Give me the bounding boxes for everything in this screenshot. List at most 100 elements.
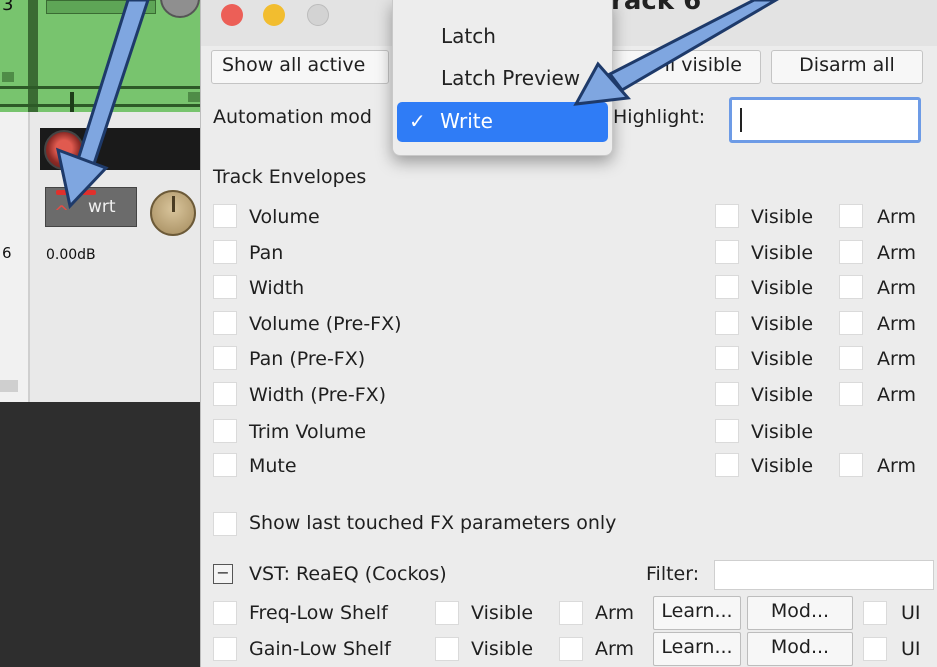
envelope-checkbox[interactable] bbox=[213, 346, 237, 370]
visible-checkbox[interactable] bbox=[435, 637, 459, 661]
envelope-name: Width bbox=[249, 277, 305, 299]
learn-button[interactable]: Learn... bbox=[653, 632, 741, 666]
track-control-panel: 3 6 ^ wrt 0.00dB bbox=[0, 0, 200, 667]
highlight-label: Highlight: bbox=[613, 106, 706, 128]
disarm-all-button[interactable]: Disarm all bbox=[771, 50, 923, 84]
record-arm-button[interactable] bbox=[44, 130, 84, 170]
arm-label: Arm bbox=[877, 384, 916, 406]
arm-checkbox[interactable] bbox=[839, 382, 863, 406]
envelope-checkbox[interactable] bbox=[213, 382, 237, 406]
envelope-checkbox[interactable] bbox=[213, 453, 237, 477]
ui-label: UI bbox=[901, 638, 921, 660]
track-separator bbox=[0, 86, 200, 89]
param-checkbox[interactable] bbox=[213, 601, 237, 625]
zoom-icon[interactable] bbox=[307, 4, 329, 26]
filter-label: Filter: bbox=[646, 563, 700, 585]
envelope-checkbox[interactable] bbox=[213, 275, 237, 299]
param-checkbox[interactable] bbox=[213, 637, 237, 661]
fx-param-row: Gain-Low Shelf Visible Arm Learn... Mod.… bbox=[201, 632, 937, 667]
visible-checkbox[interactable] bbox=[715, 453, 739, 477]
visible-checkbox[interactable] bbox=[715, 382, 739, 406]
envelope-checkbox[interactable] bbox=[213, 204, 237, 228]
track-3-panel[interactable]: 3 bbox=[0, 0, 200, 112]
menu-item-write[interactable]: ✓ Write bbox=[397, 102, 608, 142]
ui-checkbox[interactable] bbox=[863, 637, 887, 661]
arm-label: Arm bbox=[877, 277, 916, 299]
mod-button[interactable]: Mod... bbox=[747, 632, 853, 666]
arm-checkbox[interactable] bbox=[559, 637, 583, 661]
envelope-name: Pan (Pre-FX) bbox=[249, 348, 366, 370]
envelope-checkbox[interactable] bbox=[213, 419, 237, 443]
automation-mode-button[interactable]: ^ wrt bbox=[45, 187, 137, 227]
volume-knob[interactable] bbox=[150, 190, 196, 236]
envelope-row-width-pre-fx: Width (Pre-FX) Visible Arm bbox=[201, 382, 937, 412]
visible-checkbox[interactable] bbox=[715, 346, 739, 370]
param-name: Gain-Low Shelf bbox=[249, 638, 391, 660]
arm-label: Arm bbox=[595, 638, 634, 660]
visible-checkbox[interactable] bbox=[715, 240, 739, 264]
arm-label: Arm bbox=[877, 455, 916, 477]
meter-segment bbox=[188, 92, 200, 102]
arm-label: Arm bbox=[877, 206, 916, 228]
track-6-panel[interactable]: 6 ^ wrt 0.00dB bbox=[0, 112, 200, 402]
menu-item-latch[interactable]: Latch bbox=[397, 18, 608, 58]
show-last-touched-checkbox[interactable] bbox=[213, 512, 237, 536]
meter-segment bbox=[2, 72, 14, 82]
menu-item-label: Latch Preview bbox=[441, 66, 581, 90]
track-knob[interactable] bbox=[160, 0, 200, 18]
track-envelopes-heading: Track Envelopes bbox=[213, 166, 367, 188]
envelope-checkbox[interactable] bbox=[213, 311, 237, 335]
arm-checkbox[interactable] bbox=[839, 204, 863, 228]
envelope-checkbox[interactable] bbox=[213, 240, 237, 264]
visible-checkbox[interactable] bbox=[715, 419, 739, 443]
visible-checkbox[interactable] bbox=[715, 204, 739, 228]
checkmark-icon: ✓ bbox=[409, 109, 426, 133]
arm-checkbox[interactable] bbox=[839, 311, 863, 335]
track-folder-icon bbox=[0, 380, 18, 392]
arm-checkbox[interactable] bbox=[839, 240, 863, 264]
track-name-field[interactable] bbox=[46, 0, 156, 14]
highlight-input[interactable] bbox=[729, 97, 921, 143]
menu-item-label: Latch bbox=[441, 24, 496, 48]
ui-checkbox[interactable] bbox=[863, 601, 887, 625]
visible-label: Visible bbox=[751, 348, 814, 370]
close-icon[interactable] bbox=[221, 4, 243, 26]
visible-checkbox[interactable] bbox=[715, 275, 739, 299]
collapse-icon[interactable]: − bbox=[213, 564, 233, 584]
arm-checkbox[interactable] bbox=[839, 346, 863, 370]
visible-checkbox[interactable] bbox=[435, 601, 459, 625]
automation-mode-menu: Latch Latch Preview ✓ Write bbox=[392, 0, 613, 156]
fx-section-title: VST: ReaEQ (Cockos) bbox=[249, 563, 447, 585]
visible-label: Visible bbox=[751, 313, 814, 335]
envelope-name: Mute bbox=[249, 455, 297, 477]
arm-checkbox[interactable] bbox=[839, 275, 863, 299]
arm-label: Arm bbox=[877, 348, 916, 370]
envelope-name: Volume (Pre-FX) bbox=[249, 313, 402, 335]
filter-input[interactable] bbox=[714, 560, 934, 590]
show-all-visible-button[interactable]: ll visible bbox=[601, 50, 761, 84]
minimize-icon[interactable] bbox=[263, 4, 285, 26]
arm-checkbox[interactable] bbox=[559, 601, 583, 625]
ui-label: UI bbox=[901, 602, 921, 624]
param-name: Freq-Low Shelf bbox=[249, 602, 388, 624]
envelope-row-pan: Pan Visible Arm bbox=[201, 240, 937, 270]
track-separator bbox=[0, 104, 200, 107]
envelope-icon: ^ bbox=[54, 202, 70, 223]
track-number: 6 bbox=[2, 244, 12, 262]
show-all-active-button[interactable]: Show all active bbox=[211, 50, 389, 84]
automation-indicator bbox=[56, 190, 96, 195]
visible-label: Visible bbox=[751, 384, 814, 406]
menu-item-latch-preview[interactable]: Latch Preview bbox=[397, 60, 608, 100]
visible-label: Visible bbox=[751, 206, 814, 228]
fx-param-row: Freq-Low Shelf Visible Arm Learn... Mod.… bbox=[201, 596, 937, 632]
envelope-name: Pan bbox=[249, 242, 284, 264]
visible-checkbox[interactable] bbox=[715, 311, 739, 335]
envelope-row-mute: Mute Visible Arm bbox=[201, 453, 937, 483]
mod-button[interactable]: Mod... bbox=[747, 596, 853, 630]
learn-button[interactable]: Learn... bbox=[653, 596, 741, 630]
visible-label: Visible bbox=[471, 638, 534, 660]
arm-checkbox[interactable] bbox=[839, 453, 863, 477]
visible-label: Visible bbox=[751, 242, 814, 264]
volume-readout: 0.00dB bbox=[46, 247, 96, 263]
track-number: 3 bbox=[2, 0, 14, 15]
